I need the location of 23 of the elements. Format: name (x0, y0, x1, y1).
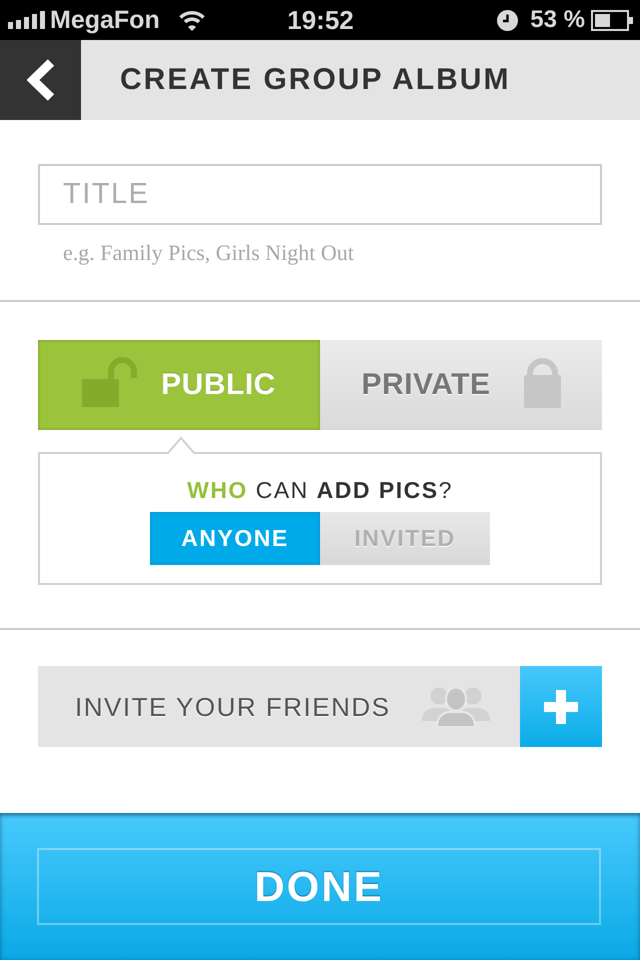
clock-icon (497, 10, 518, 30)
open-padlock-icon (82, 357, 138, 407)
people-icon (420, 685, 492, 728)
add-button[interactable] (520, 666, 602, 747)
carrier-name: MegaFon (50, 5, 160, 35)
page-title: CREATE GROUP ALBUM (120, 62, 510, 98)
title-field[interactable]: TITLE (38, 164, 602, 225)
invite-friends-button[interactable]: INVITE YOUR FRIENDS (38, 666, 520, 747)
question-text: WHO CAN ADD PICS? (187, 476, 453, 504)
battery-percent: 53 % (530, 5, 585, 35)
padlock-icon (524, 358, 561, 408)
done-button[interactable]: DONE (37, 848, 601, 925)
option-toggle[interactable]: ANYONE (150, 512, 320, 565)
wifi-icon (176, 9, 207, 31)
battery-icon (591, 10, 633, 30)
field-hint: e.g. Family Pics, Girls Night Out (63, 239, 355, 267)
privacy-tab[interactable]: PRIVATE (320, 340, 602, 430)
chevron-left-icon (26, 59, 54, 101)
back-button[interactable] (0, 40, 81, 120)
signal-icon (8, 11, 45, 29)
privacy-tab[interactable]: PUBLIC (38, 340, 320, 430)
plus-icon (544, 690, 578, 724)
status-time: 19:52 (287, 5, 354, 35)
